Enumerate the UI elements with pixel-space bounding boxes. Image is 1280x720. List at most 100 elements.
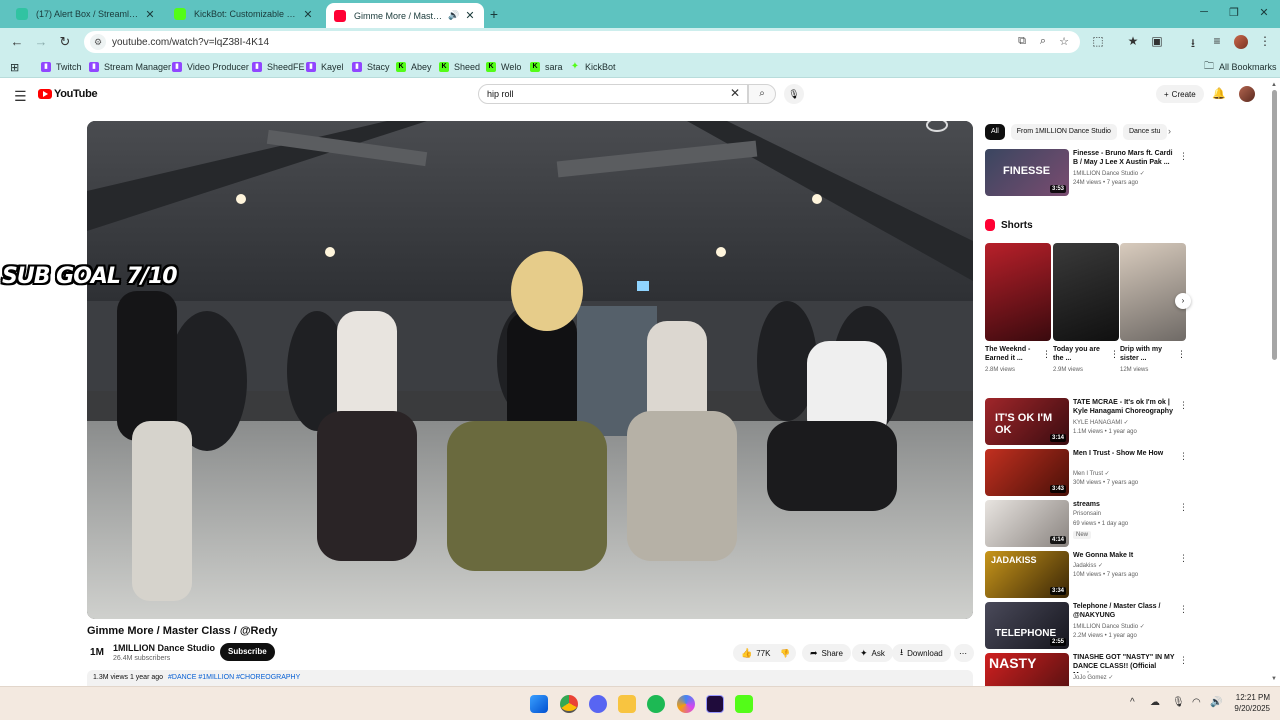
back-icon[interactable]: ← [9,34,25,50]
create-button[interactable]: + Create [1156,85,1204,103]
channel-avatar[interactable]: 1M [87,643,107,663]
media-icon[interactable]: ≡ [1208,34,1226,48]
shorts-next-icon[interactable]: › [1175,293,1191,309]
short-thumbnail[interactable] [1120,243,1186,341]
recommended-video[interactable]: FINESSE 3:53 Finesse - Bruno Mars ft. Ca… [985,149,1188,197]
clear-search-icon[interactable]: ✕ [730,86,740,100]
restore-icon[interactable]: ❐ [1224,6,1244,19]
recommended-video[interactable]: 3:43 Men I Trust - Show Me How Men I Tru… [985,449,1188,497]
bookmark-star-icon[interactable]: ☆ [1056,35,1072,48]
short-thumbnail[interactable] [985,243,1051,341]
notifications-bell-icon[interactable]: 🔔 [1212,87,1226,100]
tab-youtube-active[interactable]: Gimme More / Master Class / @Redy 🔊 ✕ [326,3,484,28]
dislike-button[interactable]: 👎 [772,644,796,662]
video-thumbnail[interactable]: IT'S OK I'M OK 3:14 [985,398,1069,445]
youtube-logo[interactable]: YouTube [38,88,98,100]
apps-grid-icon[interactable]: ⊞ [10,60,19,74]
profile-avatar[interactable] [1234,35,1248,49]
chip-all[interactable]: All [985,124,1005,140]
share-button[interactable]: ➦ Share [802,644,851,662]
tab-streamlabs[interactable]: (17) Alert Box / Streamlabs ✕ [8,3,164,25]
bookmark-welo[interactable]: K Welo [486,60,521,74]
bookmark-video-producer[interactable]: ▮ Video Producer [172,60,249,74]
search-icon[interactable]: ⌕ [748,84,776,104]
scroll-up-arrow-icon[interactable]: ▲ [1271,82,1277,88]
chip-dance-studio[interactable]: Dance stu [1122,124,1167,140]
wifi-icon[interactable]: ◠ [1192,697,1201,708]
more-options-icon[interactable]: ⋮ [1179,655,1185,666]
zoom-icon[interactable]: ⌕ [1035,35,1051,48]
system-clock[interactable]: 12:21 PM 9/20/2025 [1228,692,1270,714]
reload-icon[interactable]: ↻ [57,34,73,50]
bookmark-kayel[interactable]: ▮ Kayel [306,60,344,74]
new-tab-button[interactable]: + [486,3,502,25]
recommended-video[interactable]: TELEPHONE 2:55 Telephone / Master Class … [985,602,1188,650]
more-options-icon[interactable]: ⋮ [1179,151,1188,162]
download-button[interactable]: ⭳ Download [892,644,951,662]
channel-name[interactable]: Prisonsain [1073,511,1101,517]
minimize-icon[interactable]: ─ [1194,6,1214,18]
chip-from-channel[interactable]: From 1MILLION Dance Studio [1010,124,1117,140]
page-scrollbar[interactable] [1272,90,1277,360]
hamburger-menu-icon[interactable]: ☰ [14,88,27,105]
more-options-icon[interactable]: ⋮ [1179,553,1188,564]
tab-close-icon[interactable]: ✕ [302,8,314,21]
bookmark-stacy[interactable]: ▮ Stacy [352,60,390,74]
kick-app-icon[interactable] [735,695,753,713]
video-thumbnail[interactable]: 3:43 [985,449,1069,496]
channel-name[interactable]: 1MILLION Dance Studio [113,643,215,653]
video-thumbnail[interactable]: FINESSE 3:53 [985,149,1069,196]
hashtags[interactable]: #DANCE #1MILLION #CHOREOGRAPHY [168,674,300,681]
more-options-icon[interactable]: ⋮ [1110,349,1119,360]
window-close-icon[interactable]: ✕ [1254,6,1274,19]
address-bar[interactable]: ⚙ youtube.com/watch?v=lqZ38I-4K14 [84,31,1080,53]
bookmark-stream-manager[interactable]: ▮ Stream Manager [89,60,171,74]
menu-icon[interactable]: ⋮ [1256,34,1274,48]
bookmark-sara[interactable]: Ksara [530,60,563,74]
channel-name[interactable]: JoJo Gomez ✓ [1073,674,1113,681]
video-thumbnail[interactable]: NASTY [985,653,1069,686]
short-item[interactable]: Drip with my sister ... 12M views ⋮ [1120,243,1186,373]
windows-start-icon[interactable] [530,695,548,713]
speaker-icon[interactable]: 🔊 [448,10,460,21]
bookmark-all[interactable]: 🗀 All Bookmarks [1204,60,1277,74]
more-options-icon[interactable]: ⋮ [1179,502,1188,513]
bookmark-abey[interactable]: K Abey [396,60,432,74]
chevron-right-icon[interactable]: › [1168,126,1171,136]
recommended-video[interactable]: 4:14 streams Prisonsain 69 views • 1 day… [985,500,1188,548]
bookmark-kickbot[interactable]: ✦ KickBot [570,60,616,74]
channel-name[interactable]: 1MILLION Dance Studio ✓ [1073,623,1145,630]
short-item[interactable]: The Weeknd - Earned it ... 2.8M views ⋮ [985,243,1051,373]
microphone-icon[interactable]: 🎙 [784,84,804,104]
cloud-icon[interactable]: ☁ [1150,697,1160,708]
more-options-icon[interactable]: ⋮ [1179,451,1188,462]
more-options-icon[interactable]: ⋮ [1042,349,1051,360]
bookmark-sheedfe[interactable]: ▮ SheedFE [252,60,305,74]
account-avatar[interactable] [1239,86,1255,102]
file-explorer-icon[interactable] [618,695,636,713]
side-panel-icon[interactable]: ▣ [1148,34,1166,48]
forward-icon[interactable]: → [33,34,49,50]
tab-close-icon[interactable]: ✕ [464,9,476,22]
video-player[interactable] [87,121,973,619]
bookmarks-icon[interactable]: ★ [1124,34,1142,48]
discord-icon[interactable] [589,695,607,713]
premiere-icon[interactable] [706,695,724,713]
more-options-icon[interactable]: ⋮ [1179,604,1188,615]
recommended-video[interactable]: NASTY TINASHE GOT "NASTY" IN MY DANCE CL… [985,653,1185,686]
bookmark-sheed[interactable]: K Sheed [439,60,480,74]
channel-name[interactable]: Jadakiss ✓ [1073,562,1103,569]
recommended-video[interactable]: IT'S OK I'M OK 3:14 TATE MCRAE - It's ok… [985,398,1188,446]
more-actions-button[interactable]: ⋯ [954,644,974,662]
recommended-video[interactable]: JADAKISS 3:34 We Gonna Make It Jadakiss … [985,551,1188,599]
search-input[interactable]: hip roll [478,84,748,104]
scroll-down-arrow-icon[interactable]: ▼ [1271,676,1277,682]
tab-kickbot[interactable]: KickBot: Customizable Chat Bot ✕ [166,3,322,25]
video-thumbnail[interactable]: JADAKISS 3:34 [985,551,1069,598]
mic-tray-icon[interactable]: 🎙 [1172,697,1185,708]
channel-name[interactable]: 1MILLION Dance Studio ✓ [1073,170,1145,177]
more-options-icon[interactable]: ⋮ [1179,400,1188,411]
subscribe-button[interactable]: Subscribe [220,643,275,661]
video-thumbnail[interactable]: TELEPHONE 2:55 [985,602,1069,649]
copilot-icon[interactable] [677,695,695,713]
